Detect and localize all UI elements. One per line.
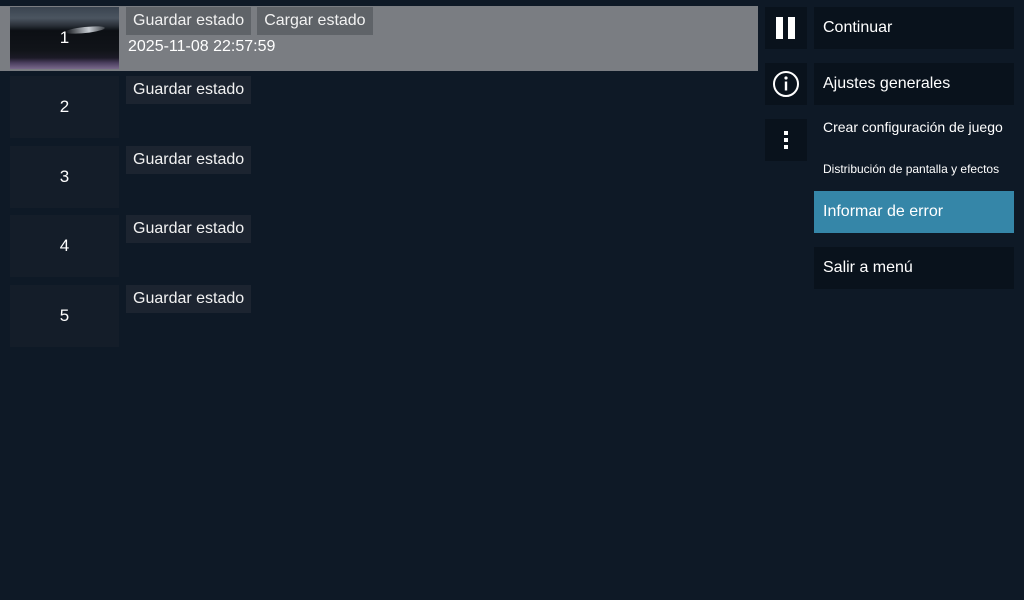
save-slot-1[interactable]: 1 Guardar estado Cargar estado 2025-11-0… [0, 6, 758, 71]
save-slot-3[interactable]: 3 Guardar estado [0, 145, 758, 210]
save-slot-2[interactable]: 2 Guardar estado [0, 75, 758, 140]
slot-actions: Guardar estado [126, 76, 252, 104]
save-slot-5[interactable]: 5 Guardar estado [0, 284, 758, 349]
exit-to-menu-button[interactable]: Salir a menú [814, 247, 1014, 289]
continue-button[interactable]: Continuar [814, 7, 1014, 49]
slot-thumbnail[interactable]: 1 [10, 7, 119, 69]
slot-actions: Guardar estado [126, 285, 252, 313]
slot-number: 4 [59, 236, 70, 255]
screen-layout-effects-button[interactable]: Distribución de pantalla y efectos [814, 148, 1014, 190]
save-state-button[interactable]: Guardar estado [126, 285, 252, 313]
slot-thumbnail[interactable]: 5 [10, 285, 119, 347]
slot-thumbnail[interactable]: 2 [10, 76, 119, 138]
save-slot-4[interactable]: 4 Guardar estado [0, 214, 758, 279]
save-state-button[interactable]: Guardar estado [126, 146, 252, 174]
info-button[interactable] [765, 63, 807, 105]
slot-thumbnail[interactable]: 4 [10, 215, 119, 277]
thumbnail-image [64, 24, 106, 36]
save-state-button[interactable]: Guardar estado [126, 76, 252, 104]
slot-number: 1 [59, 28, 70, 47]
more-options-button[interactable] [765, 119, 807, 161]
general-settings-button[interactable]: Ajustes generales [814, 63, 1014, 105]
pause-button[interactable] [765, 7, 807, 49]
slot-thumbnail[interactable]: 3 [10, 146, 119, 208]
pause-menu-screen: 1 Guardar estado Cargar estado 2025-11-0… [0, 0, 1024, 600]
slot-actions: Guardar estado [126, 146, 252, 174]
info-icon [773, 71, 799, 97]
more-vertical-icon [784, 131, 788, 149]
slot-number: 3 [59, 167, 70, 186]
slot-actions: Guardar estado [126, 215, 252, 243]
pause-icon [776, 17, 795, 39]
slot-number: 5 [59, 306, 70, 325]
create-game-config-button[interactable]: Crear configuración de juego [814, 106, 1014, 148]
report-error-button[interactable]: Informar de error [814, 191, 1014, 233]
slot-actions: Guardar estado Cargar estado [126, 7, 373, 35]
save-state-button[interactable]: Guardar estado [126, 215, 252, 243]
slot-timestamp: 2025-11-08 22:57:59 [128, 38, 276, 55]
slot-number: 2 [59, 97, 70, 116]
save-state-button[interactable]: Guardar estado [126, 7, 252, 35]
load-state-button[interactable]: Cargar estado [257, 7, 373, 35]
